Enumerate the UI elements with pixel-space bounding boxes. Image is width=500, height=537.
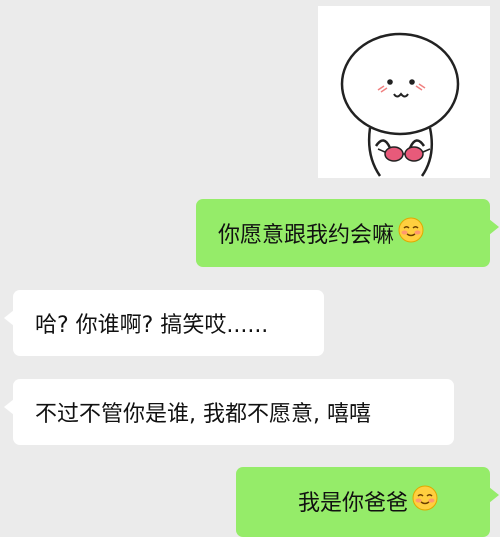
message-text: 不过不管你是谁, 我都不愿意, 嘻嘻 bbox=[35, 402, 371, 427]
message-bubble-incoming[interactable]: 不过不管你是谁, 我都不愿意, 嘻嘻 bbox=[4, 379, 454, 445]
sticker-image[interactable] bbox=[318, 6, 490, 178]
message-bubble-incoming[interactable]: 哈? 你谁啊? 搞笑哎...... bbox=[4, 290, 324, 356]
message-bubble-outgoing[interactable]: 我是你爸爸 bbox=[236, 467, 499, 537]
message-text: 哈? 你谁啊? 搞笑哎...... bbox=[35, 313, 269, 338]
message-bubble-outgoing[interactable]: 你愿意跟我约会嘛 bbox=[196, 199, 499, 267]
blush-smile-emoji-icon bbox=[398, 217, 424, 249]
blush-smile-emoji-icon bbox=[412, 485, 438, 517]
message-text: 我是你爸爸 bbox=[298, 491, 409, 516]
blob-character-sticker bbox=[340, 32, 460, 177]
message-text: 你愿意跟我约会嘛 bbox=[218, 223, 395, 248]
